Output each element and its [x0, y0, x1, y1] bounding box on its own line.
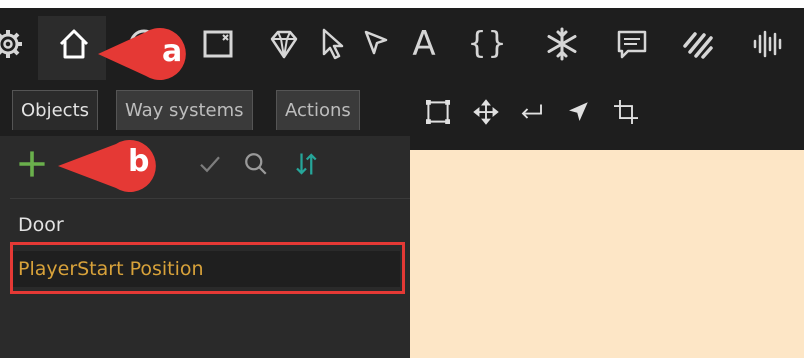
home-icon[interactable]	[52, 22, 96, 66]
callout-b-label: b	[128, 144, 150, 179]
braces-icon[interactable]: {}	[466, 22, 510, 66]
search-icon[interactable]	[236, 144, 276, 184]
stripes-icon[interactable]	[676, 22, 720, 66]
navigate-icon[interactable]	[558, 92, 598, 132]
diamond-icon[interactable]	[262, 22, 306, 66]
select-rect-icon[interactable]	[418, 92, 458, 132]
add-icon[interactable]	[12, 144, 52, 184]
tab-objects[interactable]: Objects	[12, 90, 99, 130]
enter-icon[interactable]	[512, 92, 552, 132]
text-icon[interactable]: A	[402, 22, 446, 66]
callout-a-label: a	[162, 34, 183, 69]
cursor-outline-icon[interactable]	[354, 22, 398, 66]
cursor-icon[interactable]	[310, 22, 354, 66]
sort-icon[interactable]	[286, 144, 326, 184]
canvas-toolbar	[410, 80, 804, 150]
objects-list: Door PlayerStart Position	[10, 198, 410, 358]
gear-icon[interactable]	[0, 22, 30, 66]
text-icon-glyph: A	[412, 24, 436, 64]
snowflake-icon[interactable]	[540, 22, 584, 66]
move-icon[interactable]	[466, 92, 506, 132]
crop-icon[interactable]	[606, 92, 646, 132]
message-icon[interactable]	[610, 22, 654, 66]
objects-panel: Objects Way systems Actions Door PlayerS…	[0, 80, 410, 358]
callout-b-marker	[58, 140, 156, 192]
tab-actions[interactable]: Actions	[276, 90, 360, 130]
check-icon[interactable]	[190, 144, 230, 184]
scene-canvas[interactable]	[410, 150, 804, 358]
list-item[interactable]: Door	[10, 207, 400, 243]
tab-way-systems[interactable]: Way systems	[116, 90, 253, 130]
braces-icon-glyph: {}	[467, 26, 509, 61]
audio-wave-icon[interactable]	[746, 22, 790, 66]
list-item-selected[interactable]: PlayerStart Position	[10, 251, 400, 287]
callout-a-marker	[98, 28, 186, 80]
editor-window: A {} Objects Way systems Actions Door Pl…	[0, 0, 804, 358]
